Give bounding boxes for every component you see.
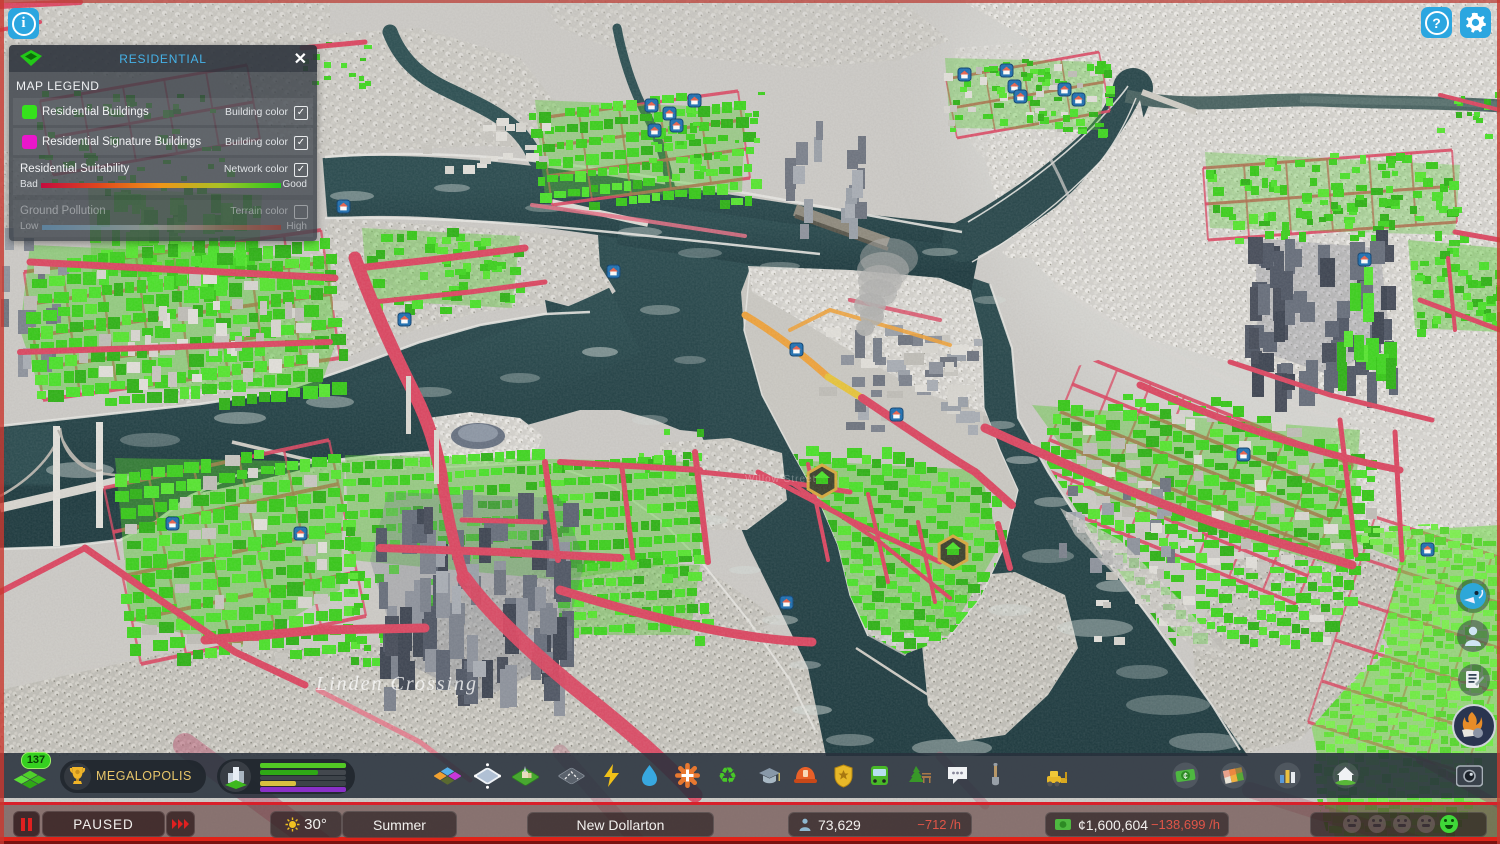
svg-text:♻: ♻ xyxy=(718,763,738,788)
svg-text:¢: ¢ xyxy=(1183,771,1188,781)
